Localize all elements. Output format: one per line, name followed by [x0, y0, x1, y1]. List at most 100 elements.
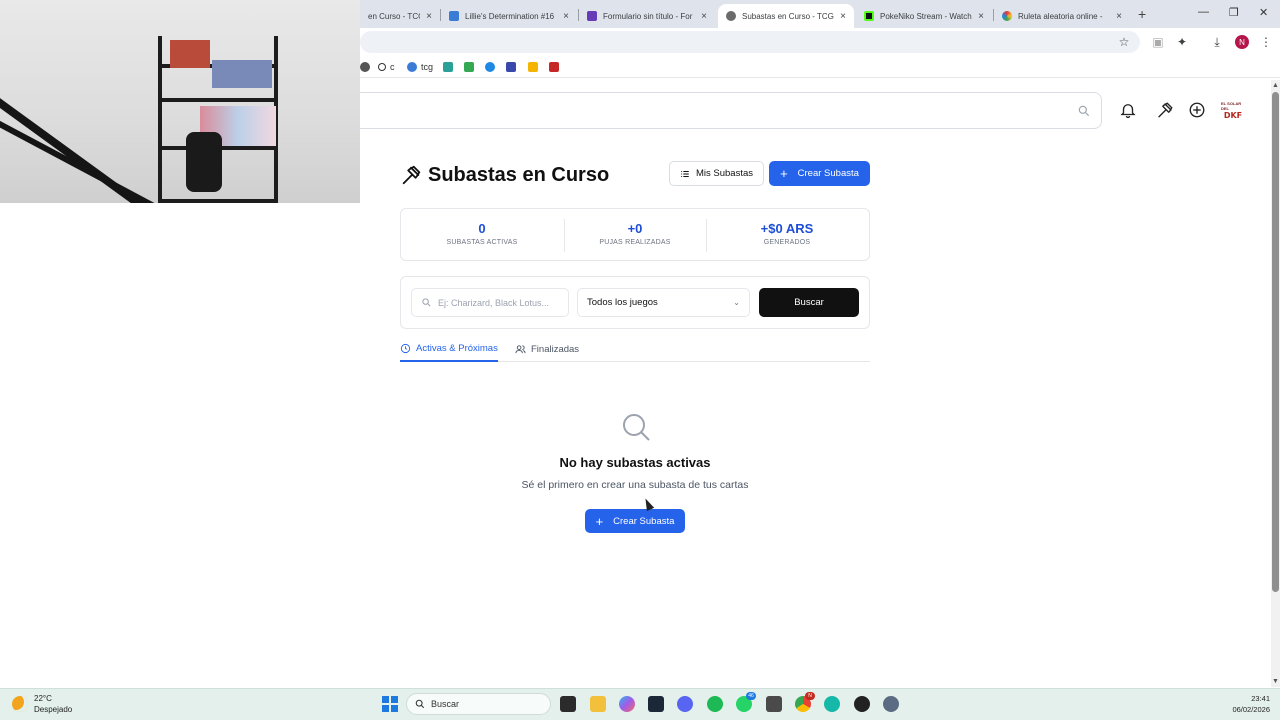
browser-tab-6[interactable]: Ruleta aleatoria online - × — [994, 4, 1130, 28]
bookmark-item[interactable] — [506, 60, 520, 74]
empty-create-auction-label: Crear Subasta — [613, 515, 675, 527]
windows-taskbar — [0, 688, 1280, 720]
bookmark-item[interactable] — [549, 60, 563, 74]
stat-label: PUJAS REALIZADAS — [599, 239, 671, 246]
chrome-badge: N — [805, 692, 815, 700]
site-logo[interactable]: EL SOLAR DEL DKF — [1221, 96, 1245, 124]
tab-favicon-icon — [726, 11, 736, 21]
app-icon[interactable] — [854, 696, 870, 712]
tab-favicon-icon — [1002, 11, 1012, 21]
add-circle-icon[interactable] — [1188, 101, 1206, 119]
logo-bottom-text: DKF — [1223, 110, 1243, 120]
star-icon[interactable]: ☆ — [1116, 34, 1132, 50]
empty-create-auction-button[interactable]: + Crear Subasta — [585, 509, 685, 533]
close-icon[interactable]: × — [563, 11, 569, 22]
bookmark-icon — [528, 62, 538, 72]
steam-icon[interactable] — [648, 696, 664, 712]
download-icon[interactable]: ⤓ — [1209, 34, 1225, 50]
app-icon[interactable] — [824, 696, 840, 712]
stat-label: GENERADOS — [763, 239, 811, 246]
menu-dots-icon[interactable]: ⋮ — [1258, 34, 1274, 50]
create-auction-label: Crear Subasta — [797, 168, 859, 179]
bookmark-item[interactable] — [528, 60, 542, 74]
browser-tab-1[interactable]: en Curso - TCGp × — [360, 4, 440, 28]
discord-icon[interactable] — [677, 696, 693, 712]
bookmark-label: tcg — [421, 62, 434, 72]
stat-generated: +$0 ARS GENERADOS — [707, 221, 867, 246]
weather-widget[interactable]: 22°C Despejado — [12, 693, 72, 715]
bookmark-item[interactable]: tcg — [407, 60, 433, 74]
windows-start-icon[interactable] — [382, 696, 398, 712]
list-icon — [681, 170, 689, 177]
spotify-icon[interactable] — [707, 696, 723, 712]
auction-search-field[interactable] — [411, 288, 569, 317]
browser-tab-5[interactable]: PokeNiko Stream - Watch × — [856, 4, 992, 28]
copilot-icon[interactable] — [619, 696, 635, 712]
bookmark-icon — [407, 62, 417, 72]
devtools-icon[interactable]: ▣ — [1150, 34, 1166, 50]
create-auction-button[interactable]: + Crear Subasta — [769, 161, 870, 186]
gavel-icon[interactable] — [1156, 101, 1174, 119]
close-icon[interactable]: × — [978, 11, 984, 22]
gavel-icon — [402, 165, 421, 185]
settings-icon[interactable] — [883, 696, 899, 712]
new-tab-button[interactable]: + — [1138, 6, 1146, 22]
search-icon — [1078, 105, 1090, 117]
browser-tab-2[interactable]: Lillie's Determination #16 × — [441, 4, 577, 28]
moon-icon — [12, 696, 28, 712]
bookmark-icon — [506, 62, 516, 72]
browser-tab-3[interactable]: Formulario sin título - For × — [579, 4, 715, 28]
search-icon — [415, 699, 425, 709]
bookmark-item[interactable] — [464, 60, 478, 74]
page-title: Subastas en Curso — [428, 163, 610, 186]
scroll-down-arrow-icon[interactable]: ▼ — [1272, 678, 1279, 685]
microphone-image — [186, 132, 222, 192]
search-icon — [623, 414, 650, 441]
tab-favicon-icon — [864, 11, 874, 21]
site-search-input[interactable] — [360, 92, 1102, 129]
tab-label: Lillie's Determination #16 — [465, 11, 555, 21]
task-view-icon[interactable] — [560, 696, 576, 712]
close-icon[interactable]: × — [1116, 11, 1122, 22]
profile-avatar[interactable]: N — [1235, 35, 1249, 49]
tab-finished[interactable]: Finalizadas — [515, 337, 579, 362]
tab-label: Activas & Próximas — [416, 343, 498, 354]
maximize-button[interactable]: ❐ — [1229, 6, 1239, 19]
calculator-icon[interactable] — [766, 696, 782, 712]
scroll-up-arrow-icon[interactable]: ▲ — [1272, 82, 1279, 89]
taskbar-search[interactable]: Buscar — [406, 693, 551, 715]
close-icon[interactable]: × — [840, 11, 846, 22]
omnibox[interactable] — [360, 31, 1140, 53]
my-auctions-button[interactable]: Mis Subastas — [669, 161, 764, 186]
tab-favicon-icon — [587, 11, 597, 21]
my-auctions-label: Mis Subastas — [695, 168, 754, 179]
minimize-button[interactable]: — — [1198, 6, 1209, 18]
bookmark-label: c — [390, 62, 395, 72]
empty-state-title: No hay subastas activas — [559, 455, 711, 470]
close-icon[interactable]: × — [701, 11, 707, 22]
users-icon — [515, 345, 526, 354]
stats-card: 0 SUBASTAS ACTIVAS +0 PUJAS REALIZADAS +… — [400, 208, 870, 261]
bell-icon[interactable] — [1119, 101, 1137, 119]
close-window-button[interactable]: ✕ — [1259, 6, 1268, 19]
extensions-icon[interactable]: ✦ — [1174, 34, 1190, 50]
bookmark-item[interactable] — [485, 60, 499, 74]
bookmark-item[interactable]: c — [378, 60, 395, 74]
auction-search-input[interactable] — [438, 297, 568, 308]
weather-desc: Despejado — [34, 705, 73, 714]
game-filter-select[interactable]: Todos los juegos ⌄ — [577, 288, 750, 317]
bookmark-item[interactable] — [360, 60, 374, 74]
file-explorer-icon[interactable] — [590, 696, 606, 712]
stat-label: SUBASTAS ACTIVAS — [446, 239, 518, 246]
tab-active-upcoming[interactable]: Activas & Próximas — [400, 337, 498, 362]
scrollbar-thumb[interactable] — [1272, 92, 1279, 592]
weather-temp: 22°C — [34, 694, 52, 703]
search-button[interactable]: Buscar — [759, 288, 859, 317]
bookmark-icon — [549, 62, 559, 72]
cards-image — [212, 60, 272, 88]
close-icon[interactable]: × — [426, 11, 432, 22]
browser-tab-active[interactable]: Subastas en Curso - TCGp × — [718, 4, 854, 28]
bookmark-item[interactable] — [443, 60, 457, 74]
taskbar-clock[interactable]: 23:41 06/02/2026 — [1218, 693, 1270, 715]
tab-label: Finalizadas — [531, 344, 580, 355]
